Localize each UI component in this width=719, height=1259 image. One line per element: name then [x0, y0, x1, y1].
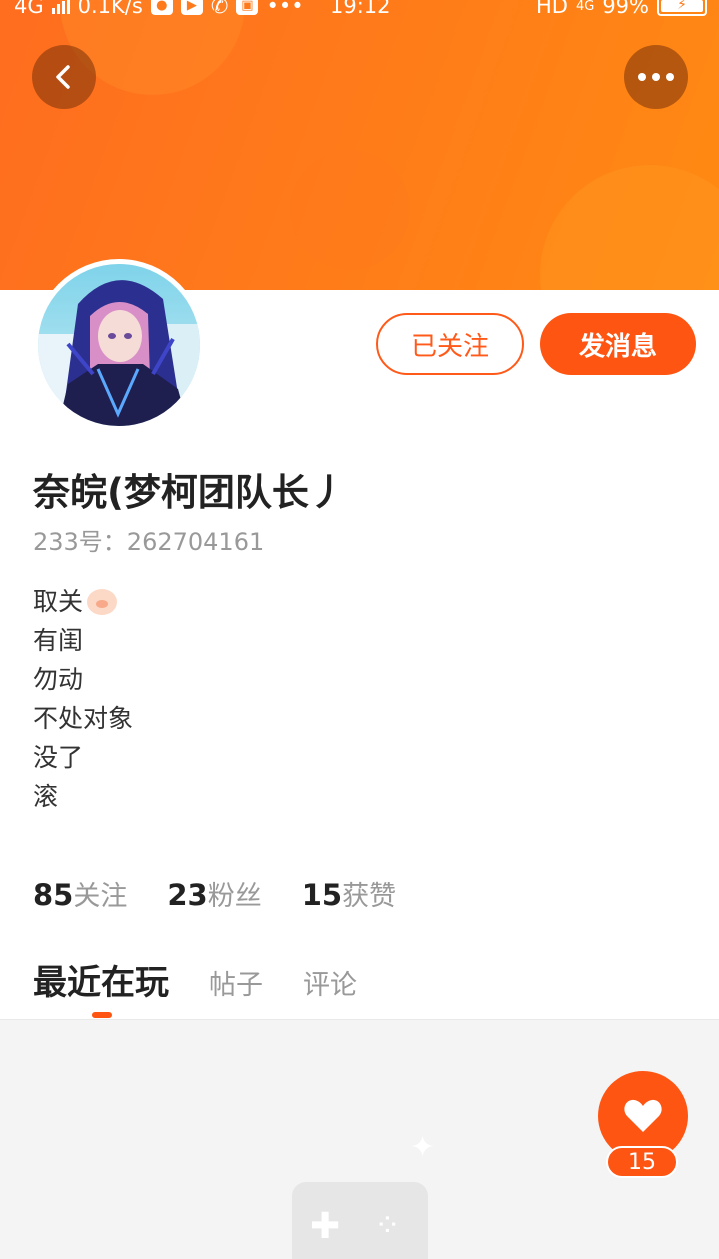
following-stat[interactable]: 85关注 — [33, 874, 127, 913]
bio-line: 滚 — [33, 782, 59, 811]
followed-button[interactable]: 已关注 — [376, 313, 524, 375]
network-label: 4G — [14, 0, 44, 18]
bio-line: 勿动 — [33, 665, 84, 694]
fans-stat[interactable]: 23粉丝 — [167, 874, 261, 913]
likes-label: 获赞 — [342, 881, 397, 912]
username: 奈皖(梦柯团队长丿 — [33, 471, 346, 514]
status-bar: 4G 0.1K/s ● ▶ ✆ ▣ ••• 19:12 HD 4G 99% ⚡ — [0, 0, 719, 22]
tab-indicator — [92, 1012, 112, 1018]
bio-line: 取关 — [33, 587, 84, 616]
profile-tabs: 最近在玩 帖子 评论 — [33, 955, 357, 1004]
likes-count: 15 — [301, 878, 343, 912]
fans-count: 23 — [167, 878, 208, 912]
gamepad-placeholder-icon: ✚ ⁘ — [292, 1182, 428, 1259]
avatar[interactable] — [33, 259, 205, 431]
tab-recent-played[interactable]: 最近在玩 — [33, 955, 169, 1004]
phone-icon: ✆ — [210, 0, 229, 18]
tab-comments[interactable]: 评论 — [303, 963, 357, 1002]
sparkle-icon: ✦ — [410, 1130, 436, 1165]
net-type-label: 4G — [575, 0, 595, 14]
bio-line: 没了 — [33, 743, 84, 772]
following-label: 关注 — [73, 881, 128, 912]
like-count-badge: 15 — [606, 1146, 678, 1178]
chevron-left-icon — [56, 65, 70, 89]
send-message-button[interactable]: 发消息 — [540, 313, 696, 375]
following-count: 85 — [33, 878, 74, 912]
network-speed: 0.1K/s — [77, 0, 143, 18]
battery-percent: 99% — [602, 0, 649, 18]
bio-line: 有闺 — [33, 626, 84, 655]
more-horizontal-icon — [638, 73, 674, 81]
hd-label: HD — [535, 0, 568, 18]
tab-posts[interactable]: 帖子 — [209, 963, 263, 1002]
play-notification-icon: ▶ — [180, 0, 203, 15]
avatar-image — [38, 264, 200, 426]
pig-emoji-icon — [87, 588, 118, 615]
battery-icon: ⚡ — [657, 0, 707, 16]
more-button[interactable] — [624, 45, 688, 109]
profile-stats: 85关注 23粉丝 15获赞 — [33, 874, 396, 913]
heart-icon — [624, 1099, 662, 1132]
likes-stat: 15获赞 — [302, 874, 396, 913]
fans-label: 粉丝 — [207, 881, 262, 912]
clock: 19:12 — [330, 0, 391, 18]
signal-icon — [51, 0, 70, 14]
back-button[interactable] — [32, 45, 96, 109]
more-notifications-icon: ••• — [266, 0, 304, 18]
user-id: 233号：262704161 — [33, 528, 265, 556]
profile-banner — [0, 0, 719, 290]
app-notification-icon: ● — [150, 0, 173, 15]
cat-notification-icon: ▣ — [236, 0, 259, 15]
bio-line: 不处对象 — [33, 704, 134, 733]
bio: 取关 有闺 勿动 不处对象 没了 滚 — [33, 582, 133, 816]
